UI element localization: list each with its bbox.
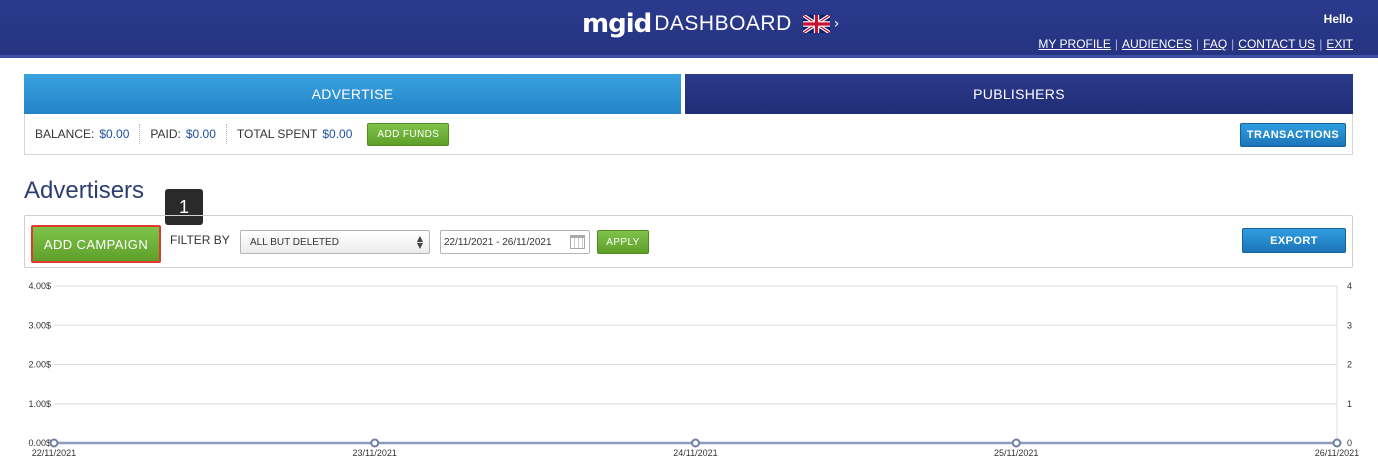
y-tick-label-right: 4: [1347, 281, 1352, 291]
export-button[interactable]: EXPORT: [1242, 228, 1346, 253]
total-spent-value: $0.00: [322, 127, 353, 141]
y-tick-label-right: 0: [1347, 438, 1352, 448]
nav-audiences[interactable]: AUDIENCES: [1122, 37, 1192, 51]
x-tick-label: 23/11/2021: [353, 448, 397, 458]
top-nav: MY PROFILE | AUDIENCES | FAQ | CONTACT U…: [1038, 37, 1353, 51]
balance-info: BALANCE: $0.00: [35, 127, 129, 141]
language-chevron-icon[interactable]: ›: [834, 16, 840, 32]
balance-label: BALANCE:: [35, 127, 95, 141]
uk-flag-icon[interactable]: [801, 13, 831, 35]
divider: [139, 124, 141, 144]
paid-label: PAID:: [150, 127, 181, 141]
nav-faq[interactable]: FAQ: [1203, 37, 1227, 51]
y-tick-label-right: 1: [1347, 399, 1352, 409]
nav-separator: |: [1319, 37, 1323, 51]
status-filter-select[interactable]: ALL BUT DELETED ▲ ▼: [240, 230, 430, 254]
data-point: [1011, 438, 1021, 448]
filter-by-label: FILTER BY: [170, 233, 230, 247]
page-title: Advertisers: [24, 177, 145, 204]
tab-publishers[interactable]: PUBLISHERS: [685, 74, 1353, 114]
x-tick-label: 22/11/2021: [32, 448, 76, 458]
nav-separator: |: [1114, 37, 1119, 51]
data-point: [691, 438, 700, 448]
total-spent-label: TOTAL SPENT: [236, 127, 318, 141]
nav-contact-us[interactable]: CONTACT US: [1238, 37, 1315, 51]
select-arrows-icon: ▲ ▼: [416, 234, 423, 250]
x-tick-label: 25/11/2021: [994, 448, 1038, 458]
y-tick-label-left: 0.00$: [28, 438, 51, 448]
date-range-input[interactable]: 22/11/2021 - 26/11/2021: [440, 230, 590, 254]
add-campaign-button[interactable]: ADD CAMPAIGN: [31, 225, 161, 263]
nav-separator: |: [1231, 37, 1235, 51]
y-tick-label-left: 3.00$: [28, 320, 51, 330]
tab-advertise[interactable]: ADVERTISE: [24, 74, 681, 114]
balance-bar: BALANCE: $0.00 PAID: $0.00 TOTAL SPENT $…: [24, 114, 1353, 155]
status-filter-value: ALL BUT DELETED: [250, 236, 339, 248]
filter-bar: ADD CAMPAIGN FILTER BY ALL BUT DELETED ▲…: [24, 215, 1353, 268]
date-range-value: 22/11/2021 - 26/11/2021: [444, 236, 552, 248]
add-funds-button[interactable]: ADD FUNDS: [367, 122, 450, 146]
nav-my-profile[interactable]: MY PROFILE: [1038, 37, 1110, 51]
x-tick-label: 26/11/2021: [1315, 448, 1359, 458]
divider: [225, 124, 227, 144]
y-tick-label-left: 1.00$: [28, 399, 51, 409]
mgid-dashboard-logo[interactable]: mgid DASHBOARD ›: [582, 9, 839, 39]
data-point: [49, 438, 59, 448]
chart-svg: 4.00$ 4 3.00$ 3 2.00$ 2 1.00$ 1 0.00$ 0 22/11/2021…: [28, 281, 1359, 458]
top-header: mgid DASHBOARD › Hello MY PROFILE | AUDI…: [0, 0, 1378, 58]
nav-exit[interactable]: EXIT: [1326, 37, 1353, 51]
spending-chart: 4.00$ 4 3.00$ 3 2.00$ 2 1.00$ 1 0.00$ 0 22/11/2021…: [0, 276, 1378, 474]
logo-mgid-text: mgid: [582, 9, 652, 39]
paid-value: $0.00: [185, 127, 216, 141]
paid-info: PAID: $0.00: [150, 127, 215, 141]
nav-separator: |: [1196, 37, 1200, 51]
calendar-icon[interactable]: [570, 235, 585, 249]
apply-button[interactable]: APPLY: [597, 230, 649, 254]
balance-value: $0.00: [99, 127, 130, 141]
data-point: [1332, 438, 1342, 448]
logo-dashboard-text: DASHBOARD: [654, 12, 792, 35]
y-tick-label-right: 2: [1347, 360, 1352, 370]
x-tick-label: 24/11/2021: [673, 448, 717, 458]
y-tick-label-right: 3: [1347, 320, 1352, 330]
transactions-button[interactable]: TRANSACTIONS: [1240, 123, 1346, 147]
data-point: [370, 438, 380, 448]
y-tick-label-left: 2.00$: [28, 360, 51, 370]
main-tabs: ADVERTISE PUBLISHERS: [24, 74, 1353, 114]
y-tick-label-left: 4.00$: [28, 281, 51, 291]
greeting-text: Hello: [1323, 12, 1353, 26]
total-spent-info: TOTAL SPENT $0.00: [237, 127, 353, 141]
